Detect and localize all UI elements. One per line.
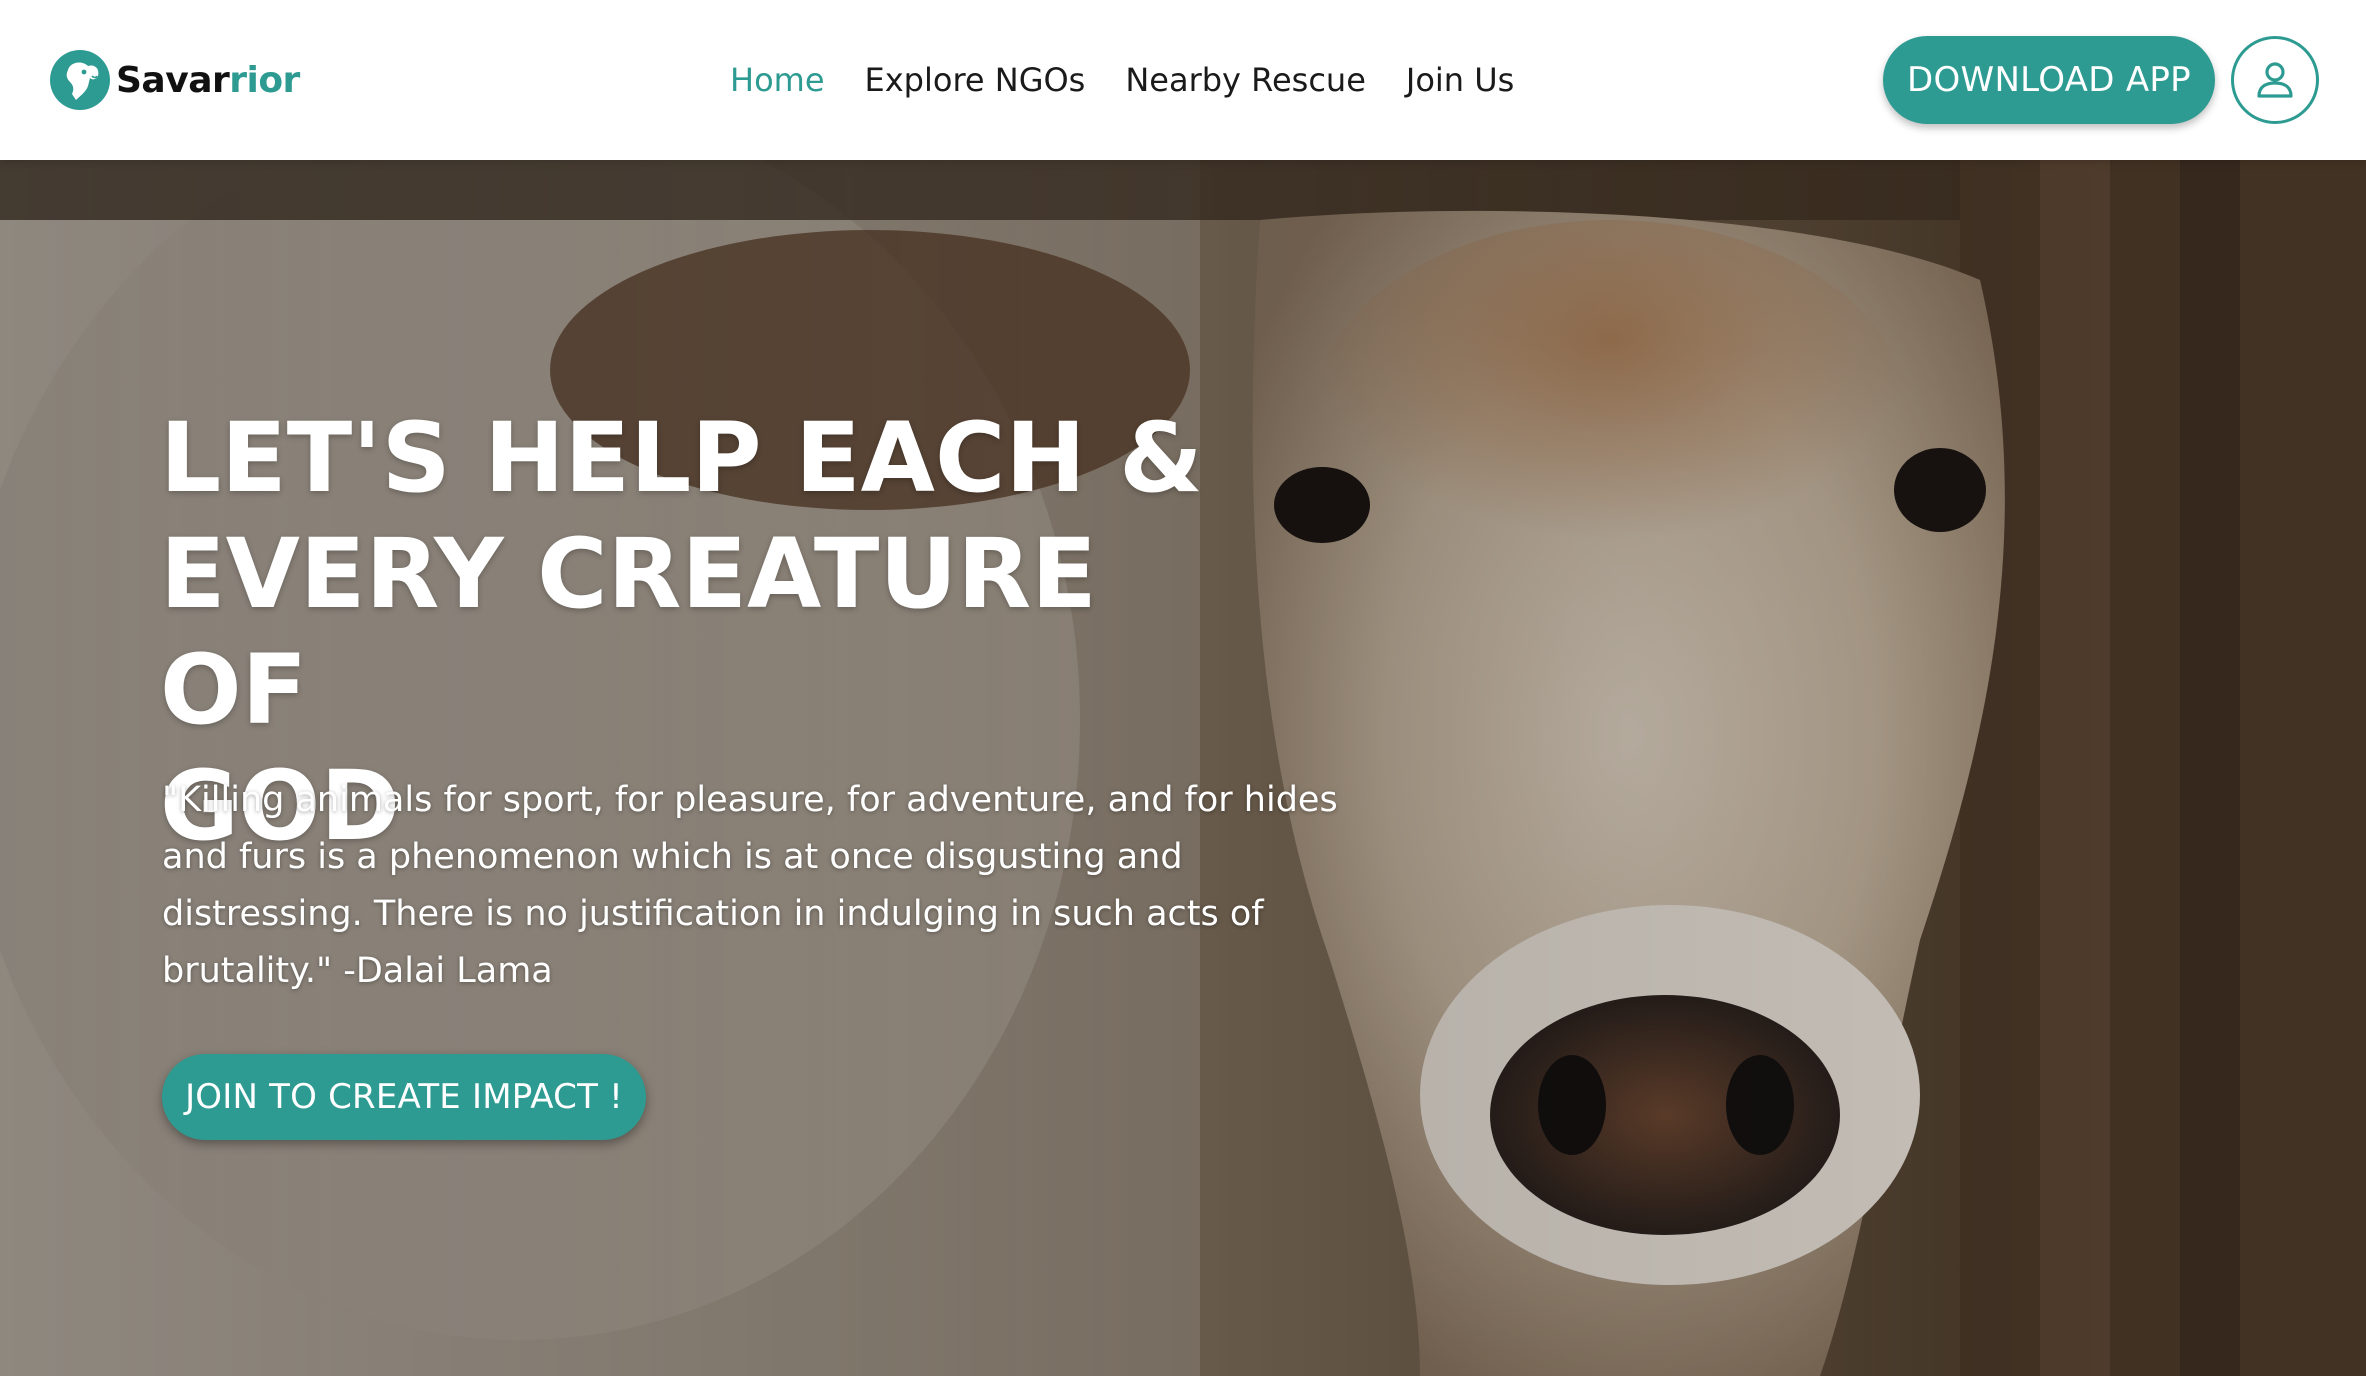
- brand-name-part1: Savar: [116, 59, 230, 101]
- profile-button[interactable]: [2231, 36, 2319, 124]
- brand-name-part2: rior: [229, 59, 300, 101]
- hero-title-line-2: EVERY CREATURE OF: [160, 518, 1097, 746]
- brand-name: Savarrior: [116, 60, 300, 101]
- top-navbar: Savarrior Home Explore NGOs Nearby Rescu…: [0, 0, 2366, 160]
- nav-link-explore-ngos[interactable]: Explore NGOs: [865, 61, 1086, 99]
- nav-link-home[interactable]: Home: [730, 61, 825, 99]
- join-to-create-impact-button[interactable]: JOIN TO CREATE IMPACT !: [162, 1054, 646, 1140]
- user-profile-icon: [2257, 62, 2293, 98]
- hero-section: LET'S HELP EACH & EVERY CREATURE OF GOD …: [0, 160, 2366, 1376]
- nav-link-join-us[interactable]: Join Us: [1406, 61, 1514, 99]
- nav-link-nearby-rescue[interactable]: Nearby Rescue: [1125, 61, 1366, 99]
- download-app-button[interactable]: DOWNLOAD APP: [1883, 36, 2215, 124]
- dog-head-logo-icon: [50, 50, 110, 110]
- brand-logo[interactable]: Savarrior: [48, 48, 300, 112]
- hero-title-line-1: LET'S HELP EACH &: [160, 402, 1203, 514]
- main-nav: Home Explore NGOs Nearby Rescue Join Us: [730, 52, 1554, 108]
- hero-quote: "Killing animals for sport, for pleasure…: [162, 780, 1338, 991]
